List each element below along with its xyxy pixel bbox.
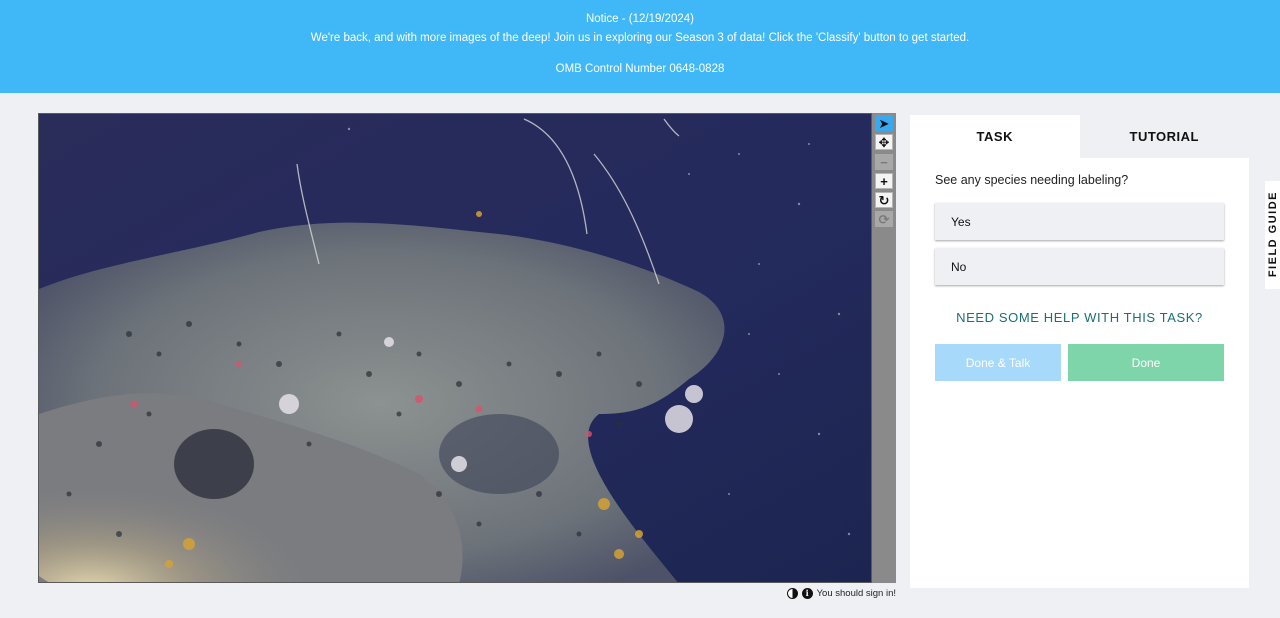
help-link[interactable]: NEED SOME HELP WITH THIS TASK? <box>935 310 1224 325</box>
subject-image-viewer[interactable] <box>38 113 872 583</box>
signin-notice: i You should sign in! <box>770 586 896 600</box>
reset-icon[interactable]: ⟳ <box>875 211 893 227</box>
answer-no-button[interactable]: No <box>935 248 1224 285</box>
seafloor-image <box>39 114 871 582</box>
tab-tutorial[interactable]: TUTORIAL <box>1079 115 1249 158</box>
tab-task[interactable]: TASK <box>910 115 1080 158</box>
notice-banner: Notice - (12/19/2024) We're back, and wi… <box>0 0 1280 93</box>
zoom-in-icon[interactable]: + <box>875 173 893 189</box>
task-panel: TASK TUTORIAL See any species needing la… <box>910 115 1249 588</box>
answer-yes-button[interactable]: Yes <box>935 203 1224 240</box>
move-icon[interactable]: ✥ <box>875 134 893 150</box>
viewer-toolbar: ➤ ✥ − + ↻ ⟳ <box>872 113 896 583</box>
info-icon[interactable]: i <box>801 587 813 599</box>
field-guide-label: FIELD GUIDE <box>1267 191 1279 278</box>
field-guide-tab[interactable]: FIELD GUIDE <box>1265 181 1280 289</box>
notice-title: Notice - (12/19/2024) <box>585 13 695 25</box>
pointer-icon[interactable]: ➤ <box>875 115 893 131</box>
omb-control-number: OMB Control Number 0648-0828 <box>555 63 725 75</box>
done-button[interactable]: Done <box>1068 344 1224 381</box>
notice-message: We're back, and with more images of the … <box>310 32 970 44</box>
task-question: See any species needing labeling? <box>935 173 1129 187</box>
signin-text: You should sign in! <box>816 587 896 599</box>
contrast-icon[interactable] <box>786 587 798 599</box>
zoom-out-icon[interactable]: − <box>875 154 893 170</box>
done-and-talk-button[interactable]: Done & Talk <box>935 344 1061 381</box>
panel-tabs: TASK TUTORIAL <box>910 115 1249 158</box>
rotate-icon[interactable]: ↻ <box>875 192 893 208</box>
